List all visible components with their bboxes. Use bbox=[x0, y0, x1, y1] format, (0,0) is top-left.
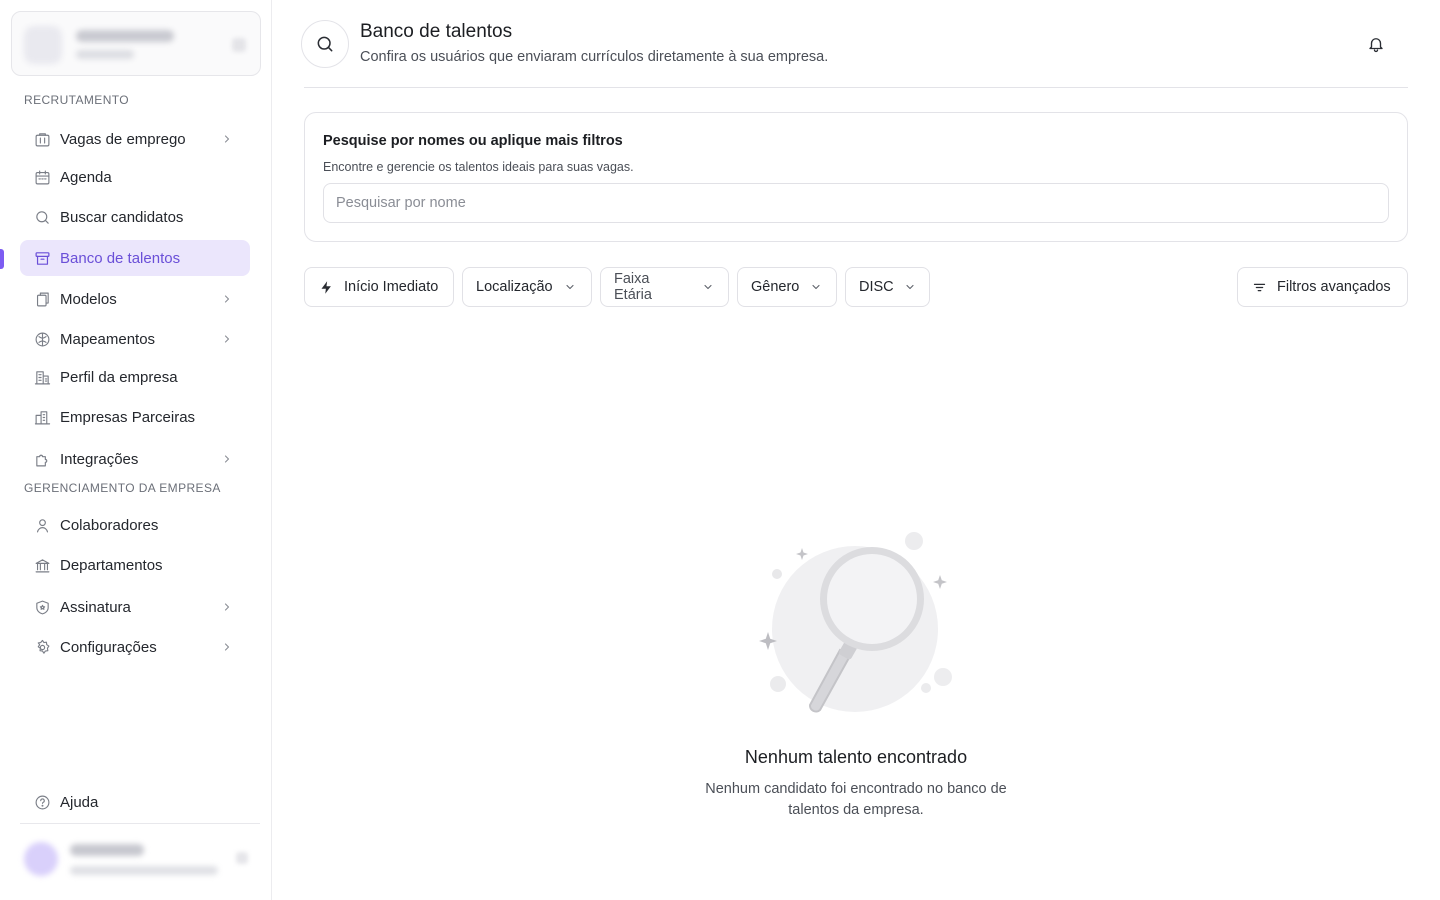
search-icon bbox=[33, 208, 51, 226]
empty-state-illustration bbox=[746, 522, 966, 722]
sidebar-item-label: Banco de talentos bbox=[60, 249, 181, 267]
sidebar-item-label: Departamentos bbox=[60, 556, 163, 574]
filter-label: Faixa Etária bbox=[614, 271, 652, 303]
filter-label: Localização bbox=[476, 279, 553, 295]
chevron-right-icon bbox=[220, 600, 234, 614]
chevron-down-icon bbox=[809, 280, 823, 294]
sidebar-item-help[interactable]: Ajuda bbox=[20, 784, 250, 820]
header-divider bbox=[304, 87, 1408, 88]
chevron-right-icon bbox=[220, 640, 234, 654]
company-plan-redacted bbox=[76, 50, 134, 59]
sidebar-item-partner-companies[interactable]: Empresas Parceiras bbox=[20, 399, 250, 435]
sidebar-item-company-profile[interactable]: Perfil da empresa bbox=[20, 359, 250, 395]
sidebar: RECRUTAMENTO Vagas de emprego Agenda Bus… bbox=[0, 0, 272, 900]
bell-icon[interactable] bbox=[1366, 34, 1386, 54]
user-icon bbox=[33, 516, 51, 534]
briefcase-icon bbox=[33, 130, 51, 148]
page-search-icon bbox=[301, 20, 349, 68]
filter-disc-dropdown[interactable]: DISC bbox=[845, 267, 930, 307]
chevron-right-icon bbox=[220, 332, 234, 346]
sidebar-item-settings[interactable]: Configurações bbox=[20, 629, 250, 665]
company-switcher[interactable] bbox=[11, 11, 261, 76]
sidebar-item-label: Modelos bbox=[60, 290, 117, 308]
building-icon bbox=[33, 368, 51, 386]
sidebar-item-label: Empresas Parceiras bbox=[60, 408, 196, 426]
buildings-icon bbox=[33, 408, 51, 426]
sidebar-item-mappings[interactable]: Mapeamentos bbox=[20, 321, 250, 357]
chevron-down-icon bbox=[701, 280, 715, 294]
filter-age-range-dropdown[interactable]: Faixa Etária bbox=[600, 267, 729, 307]
bank-icon bbox=[33, 556, 51, 574]
page-title: Banco de talentos bbox=[360, 21, 513, 42]
sidebar-item-label: Integrações bbox=[60, 450, 139, 468]
filter-label: Início Imediato bbox=[344, 279, 439, 295]
company-name-redacted bbox=[76, 30, 174, 42]
user-name-redacted bbox=[70, 844, 144, 856]
sidebar-item-label: Mapeamentos bbox=[60, 330, 156, 348]
sidebar-divider bbox=[20, 823, 260, 824]
sidebar-item-label: Colaboradores bbox=[60, 516, 159, 534]
section-label-company-management: GERENCIAMENTO DA EMPRESA bbox=[24, 481, 221, 495]
gear-icon bbox=[33, 638, 51, 656]
sidebar-item-label: Buscar candidatos bbox=[60, 208, 184, 226]
help-circle-icon bbox=[33, 793, 51, 811]
empty-state-title: Nenhum talento encontrado bbox=[744, 747, 968, 767]
sidebar-item-label: Perfil da empresa bbox=[60, 368, 178, 386]
search-card: Pesquise por nomes ou aplique mais filtr… bbox=[304, 112, 1408, 242]
filter-location-dropdown[interactable]: Localização bbox=[462, 267, 592, 307]
filter-label: Gênero bbox=[751, 279, 800, 295]
switcher-chevron-icon bbox=[232, 38, 246, 52]
sidebar-item-label: Ajuda bbox=[60, 793, 99, 811]
search-card-title: Pesquise por nomes ou aplique mais filtr… bbox=[323, 133, 623, 149]
chevron-right-icon bbox=[220, 292, 234, 306]
search-card-subtitle: Encontre e gerencie os talentos ideais p… bbox=[323, 160, 634, 174]
sidebar-item-talent-bank[interactable]: Banco de talentos bbox=[20, 240, 250, 276]
filter-label: Filtros avançados bbox=[1277, 279, 1391, 295]
page-subtitle: Confira os usuários que enviaram currícu… bbox=[360, 49, 829, 65]
brain-icon bbox=[33, 330, 51, 348]
filter-label: DISC bbox=[859, 279, 894, 295]
company-avatar bbox=[24, 26, 62, 64]
sidebar-item-subscription[interactable]: Assinatura bbox=[20, 589, 250, 625]
lightning-icon bbox=[318, 279, 334, 295]
filter-immediate-start-button[interactable]: Início Imediato bbox=[304, 267, 454, 307]
user-menu-chevron-icon[interactable] bbox=[236, 852, 248, 864]
user-avatar[interactable] bbox=[24, 842, 58, 876]
chevron-down-icon bbox=[563, 280, 577, 294]
sidebar-item-integrations[interactable]: Integrações bbox=[20, 441, 250, 477]
chevron-right-icon bbox=[220, 452, 234, 466]
sidebar-item-agenda[interactable]: Agenda bbox=[20, 159, 250, 195]
active-indicator bbox=[0, 249, 4, 269]
sidebar-item-label: Assinatura bbox=[60, 598, 131, 616]
section-label-recruitment: RECRUTAMENTO bbox=[24, 93, 130, 107]
chevron-down-icon bbox=[904, 280, 916, 294]
search-by-name-input[interactable] bbox=[323, 183, 1389, 223]
filter-gender-dropdown[interactable]: Gênero bbox=[737, 267, 837, 307]
sidebar-item-label: Vagas de emprego bbox=[60, 130, 186, 148]
user-email-redacted bbox=[70, 866, 218, 875]
sidebar-item-collaborators[interactable]: Colaboradores bbox=[20, 507, 250, 543]
copy-icon bbox=[33, 290, 51, 308]
empty-state-description: Nenhum candidato foi encontrado no banco… bbox=[705, 781, 1007, 818]
archive-icon bbox=[33, 249, 51, 267]
puzzle-icon bbox=[33, 450, 51, 468]
sidebar-item-job-openings[interactable]: Vagas de emprego bbox=[20, 121, 250, 157]
sidebar-item-templates[interactable]: Modelos bbox=[20, 281, 250, 317]
advanced-filters-button[interactable]: Filtros avançados bbox=[1237, 267, 1408, 307]
sidebar-item-search-candidates[interactable]: Buscar candidatos bbox=[20, 199, 250, 235]
shield-icon bbox=[33, 598, 51, 616]
chevron-right-icon bbox=[220, 132, 234, 146]
filter-lines-icon bbox=[1251, 279, 1267, 295]
sidebar-item-departments[interactable]: Departamentos bbox=[20, 547, 250, 583]
sidebar-item-label: Configurações bbox=[60, 638, 157, 656]
sidebar-item-label: Agenda bbox=[60, 168, 112, 186]
calendar-icon bbox=[33, 168, 51, 186]
